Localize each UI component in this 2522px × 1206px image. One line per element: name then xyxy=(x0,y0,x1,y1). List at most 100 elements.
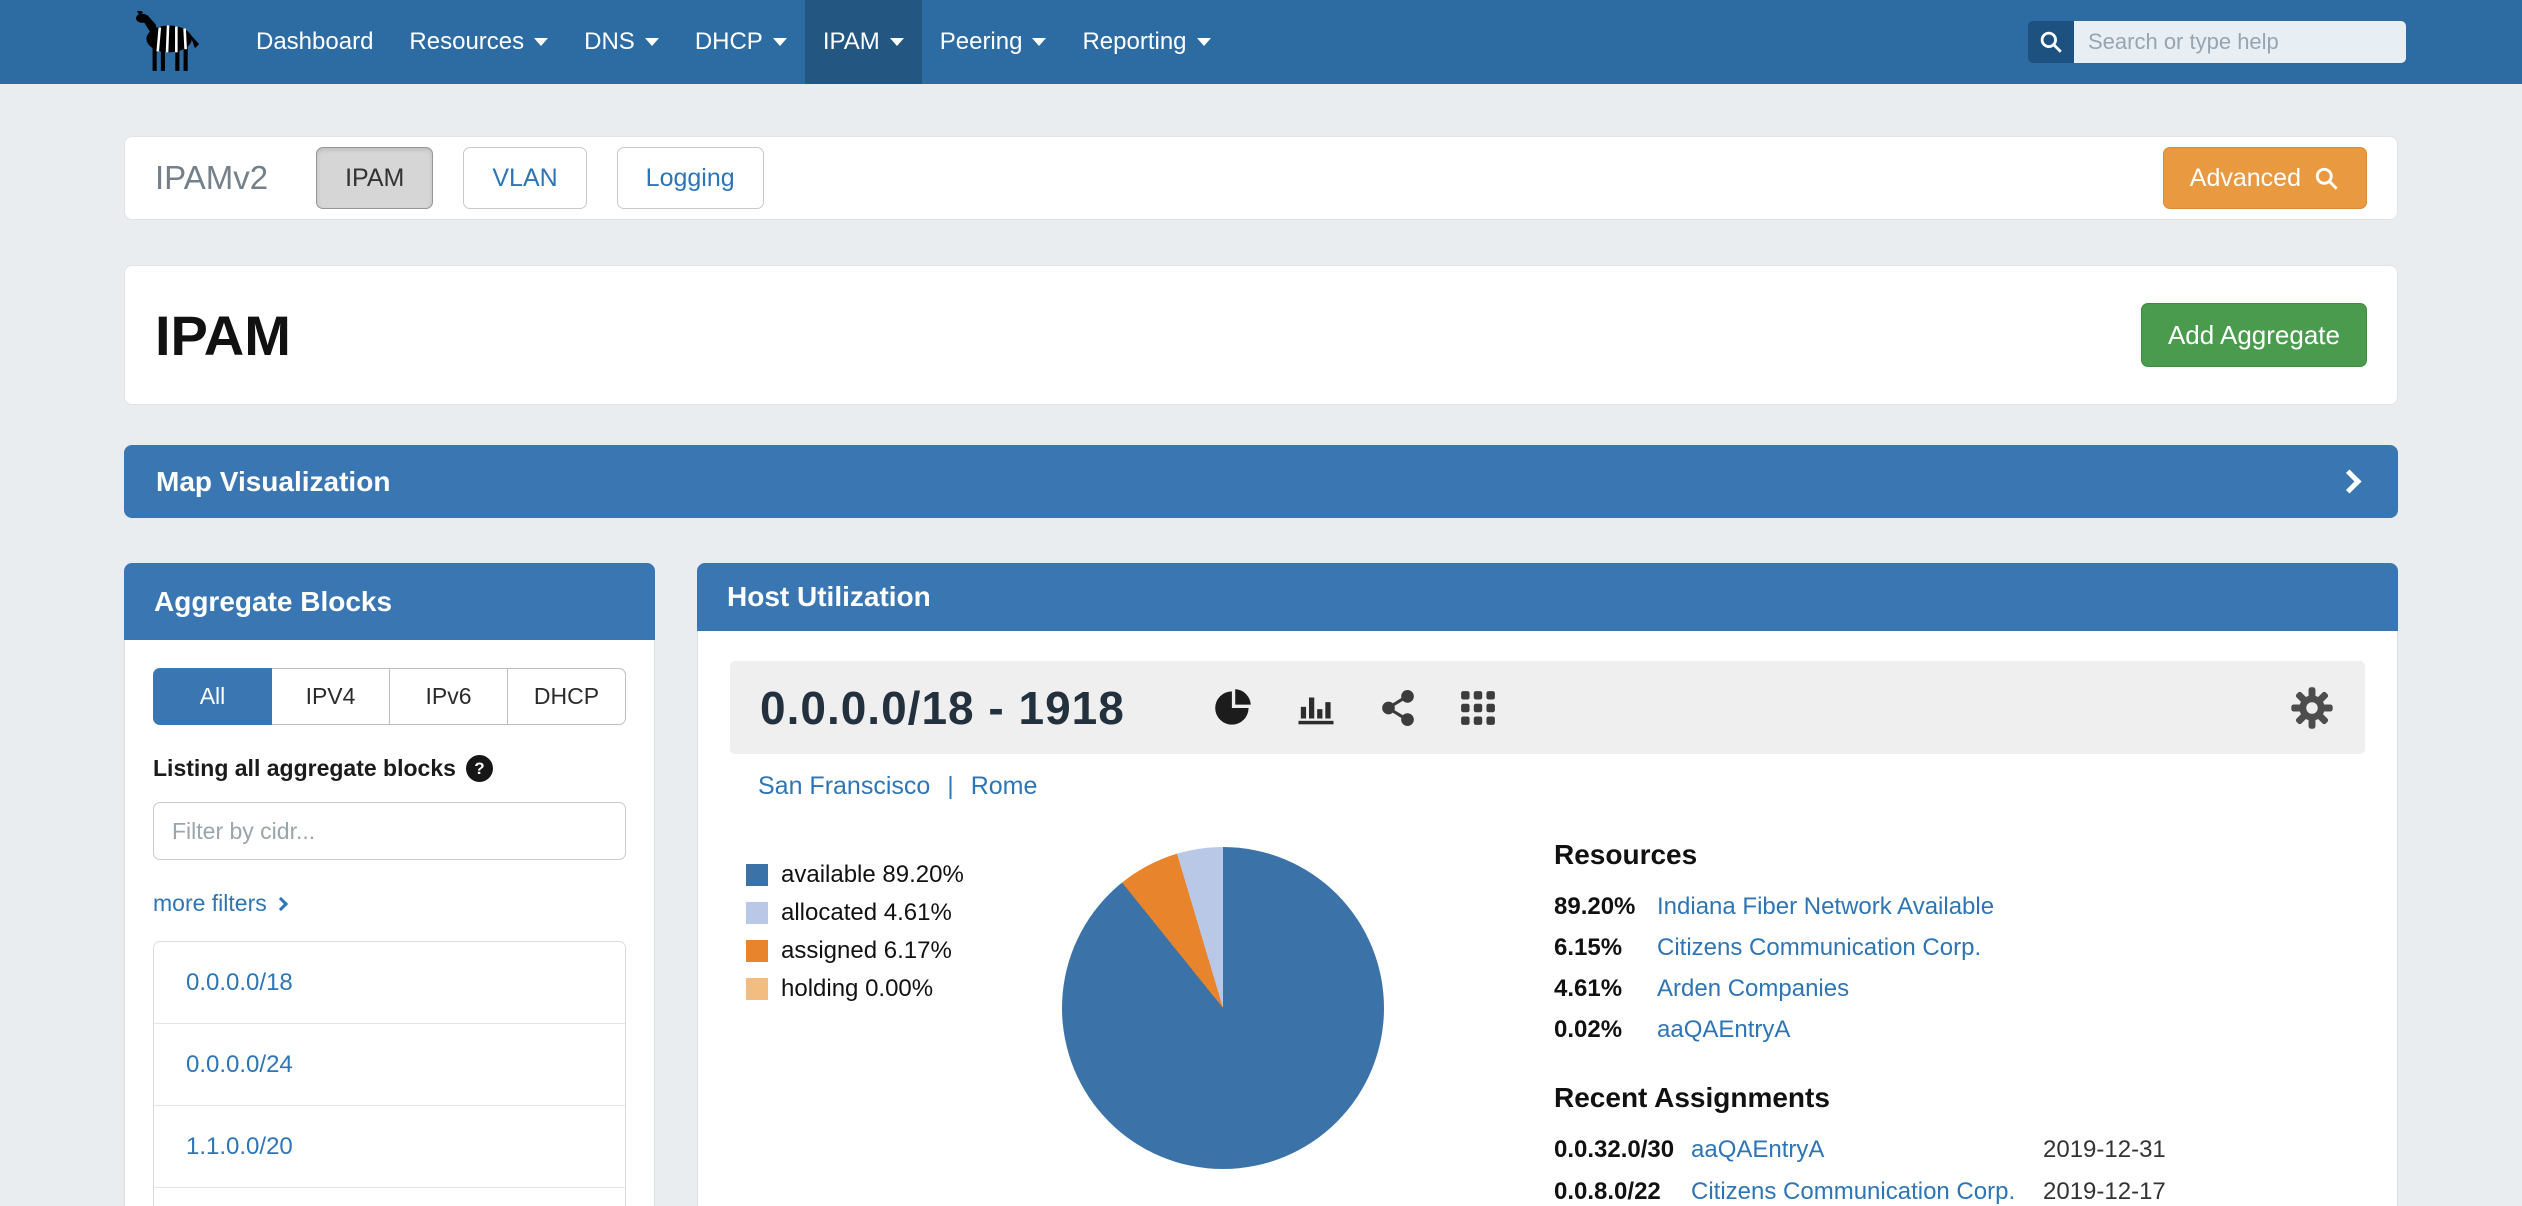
nav-label: Dashboard xyxy=(256,28,373,56)
resources-column: Resources 89.20% Indiana Fiber Network A… xyxy=(1554,839,2365,1206)
app-title: IPAMv2 xyxy=(155,159,268,197)
aggregate-block-link[interactable]: 0.0.0.0/18 xyxy=(154,942,625,1024)
assignment-link[interactable]: aaQAEntryA xyxy=(1691,1136,2043,1164)
filter-dhcp-button[interactable]: DHCP xyxy=(508,668,626,725)
cidr-filter-input[interactable] xyxy=(153,802,626,860)
assignment-row: 0.0.8.0/22 Citizens Communication Corp. … xyxy=(1554,1178,2365,1206)
nav-item-reporting[interactable]: Reporting xyxy=(1064,0,1228,84)
search-icon[interactable] xyxy=(2028,21,2074,63)
host-utilization-header: Host Utilization xyxy=(697,563,2398,631)
legend-label: assigned 6.17% xyxy=(781,937,952,965)
advanced-label: Advanced xyxy=(2190,164,2301,193)
caret-down-icon xyxy=(1197,38,1211,46)
legend-swatch xyxy=(746,978,768,1000)
more-filters-link[interactable]: more filters xyxy=(153,890,286,917)
utilization-content: available 89.20% allocated 4.61% assigne… xyxy=(730,839,2365,1206)
aggregate-blocks-header: Aggregate Blocks xyxy=(124,563,655,640)
pie-legend: available 89.20% allocated 4.61% assigne… xyxy=(746,861,1038,1206)
location-link-rome[interactable]: Rome xyxy=(971,772,1038,800)
page-header: IPAM Add Aggregate xyxy=(124,265,2398,405)
add-aggregate-button[interactable]: Add Aggregate xyxy=(2141,303,2367,367)
resource-link[interactable]: Indiana Fiber Network Available xyxy=(1657,893,1994,921)
location-link-san-francisco[interactable]: San Franscisco xyxy=(758,772,930,800)
aggregate-block-link[interactable]: 0.0.0.0/24 xyxy=(154,1024,625,1106)
nav-item-ipam[interactable]: IPAM xyxy=(805,0,922,84)
resource-row: 6.15% Citizens Communication Corp. xyxy=(1554,934,2365,962)
filter-all-button[interactable]: All xyxy=(153,668,272,725)
block-subheader: 0.0.0.0/18 - 1918 xyxy=(730,661,2365,754)
tab-logging[interactable]: Logging xyxy=(617,147,764,209)
legend-label: holding 0.00% xyxy=(781,975,933,1003)
chevron-right-icon xyxy=(2337,469,2361,493)
assignment-cidr: 0.0.8.0/22 xyxy=(1554,1178,1691,1206)
advanced-button[interactable]: Advanced xyxy=(2163,147,2367,209)
search-icon xyxy=(2313,165,2340,192)
grid-view-icon[interactable] xyxy=(1459,689,1497,727)
caret-down-icon xyxy=(890,38,904,46)
more-filters-label: more filters xyxy=(153,890,267,917)
map-visualization-bar[interactable]: Map Visualization xyxy=(124,445,2398,518)
resource-percent: 6.15% xyxy=(1554,934,1657,962)
aggregate-blocks-body: All IPV4 IPv6 DHCP Listing all aggregate… xyxy=(124,640,655,1206)
assignment-link[interactable]: Citizens Communication Corp. xyxy=(1691,1178,2043,1206)
legend-swatch xyxy=(746,902,768,924)
resource-percent: 4.61% xyxy=(1554,975,1657,1003)
pie-chart-view-icon[interactable] xyxy=(1213,688,1253,728)
nav-item-dashboard[interactable]: Dashboard xyxy=(238,0,391,84)
global-search xyxy=(2028,21,2406,63)
filter-ipv4-button[interactable]: IPV4 xyxy=(272,668,390,725)
nav-label: Resources xyxy=(409,28,524,56)
aggregate-blocks-title: Aggregate Blocks xyxy=(154,586,392,618)
resource-link[interactable]: Citizens Communication Corp. xyxy=(1657,934,1981,962)
nav-label: DHCP xyxy=(695,28,763,56)
assignment-cidr: 0.0.32.0/30 xyxy=(1554,1136,1691,1164)
host-utilization-title: Host Utilization xyxy=(727,581,931,613)
resource-link[interactable]: Arden Companies xyxy=(1657,975,1849,1003)
legend-swatch xyxy=(746,864,768,886)
nav-label: IPAM xyxy=(823,28,880,56)
legend-label: allocated 4.61% xyxy=(781,899,952,927)
tab-vlan[interactable]: VLAN xyxy=(463,147,586,209)
share-icon[interactable] xyxy=(1379,689,1417,727)
caret-down-icon xyxy=(534,38,548,46)
chevron-right-icon xyxy=(274,896,288,910)
location-links: San Franscisco | Rome xyxy=(730,772,2365,801)
help-icon[interactable]: ? xyxy=(466,755,493,782)
ipamv2-toolbar: IPAMv2 IPAM VLAN Logging Advanced xyxy=(124,136,2398,220)
assignment-row: 0.0.32.0/30 aaQAEntryA 2019-12-31 xyxy=(1554,1136,2365,1164)
host-utilization-body: 0.0.0.0/18 - 1918 xyxy=(697,631,2398,1206)
resource-link[interactable]: aaQAEntryA xyxy=(1657,1016,1790,1044)
page-title: IPAM xyxy=(155,303,291,368)
gear-icon[interactable] xyxy=(2289,685,2335,731)
map-visualization-label: Map Visualization xyxy=(156,466,390,498)
caret-down-icon xyxy=(645,38,659,46)
nav-item-dns[interactable]: DNS xyxy=(566,0,677,84)
assignment-date: 2019-12-17 xyxy=(2043,1178,2166,1206)
recent-assignments-title: Recent Assignments xyxy=(1554,1082,2365,1114)
zebra-logo-icon[interactable] xyxy=(124,0,208,84)
legend-item: allocated 4.61% xyxy=(746,899,1038,927)
listing-label-row: Listing all aggregate blocks ? xyxy=(153,755,626,782)
listing-label: Listing all aggregate blocks xyxy=(153,755,456,782)
main-content: IPAMv2 IPAM VLAN Logging Advanced IPAM A… xyxy=(124,136,2398,1206)
search-input[interactable] xyxy=(2074,21,2406,63)
location-separator: | xyxy=(947,772,954,800)
filter-ipv6-button[interactable]: IPv6 xyxy=(390,668,508,725)
nav-item-peering[interactable]: Peering xyxy=(922,0,1065,84)
bar-chart-view-icon[interactable] xyxy=(1295,687,1337,729)
resource-row: 89.20% Indiana Fiber Network Available xyxy=(1554,893,2365,921)
nav-label: Peering xyxy=(940,28,1023,56)
resource-row: 4.61% Arden Companies xyxy=(1554,975,2365,1003)
tab-ipam[interactable]: IPAM xyxy=(316,147,433,209)
resource-row: 0.02% aaQAEntryA xyxy=(1554,1016,2365,1044)
nav-label: Reporting xyxy=(1082,28,1186,56)
top-navbar: Dashboard Resources DNS DHCP IPAM Peerin… xyxy=(0,0,2522,84)
nav-item-resources[interactable]: Resources xyxy=(391,0,566,84)
legend-label: available 89.20% xyxy=(781,861,964,889)
legend-item: available 89.20% xyxy=(746,861,1038,889)
aggregate-block-link[interactable]: 1.1.0.0/20 xyxy=(154,1106,625,1188)
resource-percent: 89.20% xyxy=(1554,893,1657,921)
aggregate-blocks-panel: Aggregate Blocks All IPV4 IPv6 DHCP List… xyxy=(124,563,655,1206)
nav-label: DNS xyxy=(584,28,635,56)
nav-item-dhcp[interactable]: DHCP xyxy=(677,0,805,84)
